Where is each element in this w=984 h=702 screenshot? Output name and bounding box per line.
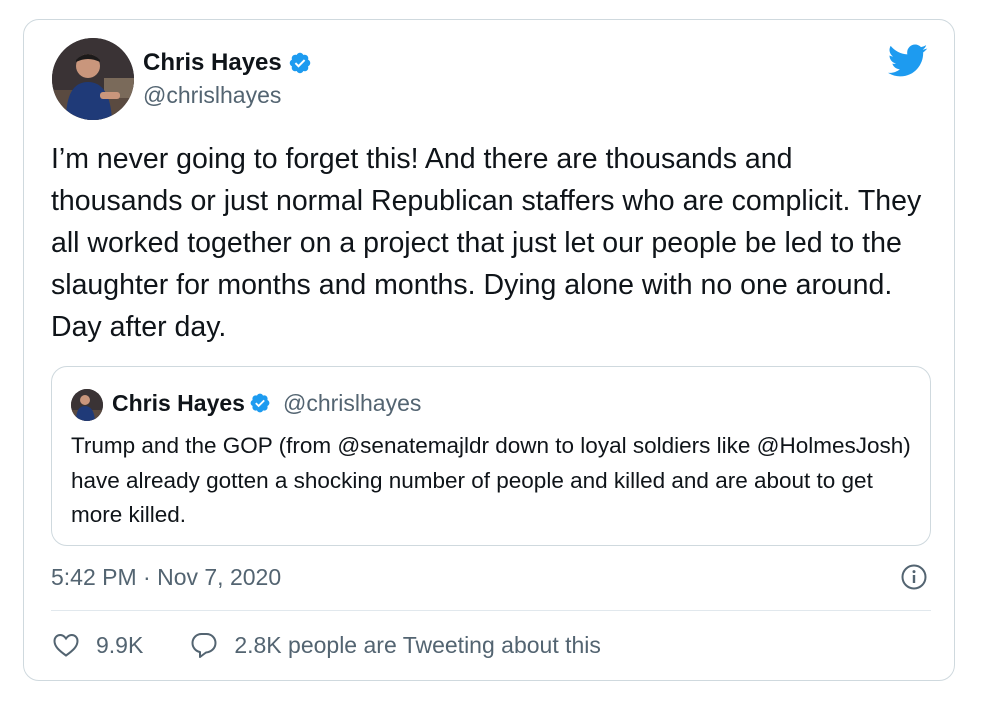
info-icon[interactable] [900, 563, 928, 591]
tweeting-count-label: 2.8K people are Tweeting about this [234, 631, 601, 658]
quoted-tweet-text: Trump and the GOP (from @senatemajldr do… [71, 433, 911, 527]
author-avatar[interactable] [52, 38, 134, 120]
quoted-author-name: Chris Hayes [112, 389, 245, 416]
quoted-header: Chris Hayes @chrislhayes [112, 387, 421, 419]
tweet-timestamp[interactable]: 5:42 PM · Nov 7, 2020 [51, 562, 281, 592]
tweet-text: I’m never going to forget this! And ther… [51, 143, 922, 343]
action-bar: 9.9K 2.8K people are Tweeting about this [51, 627, 601, 663]
embedded-tweet-card[interactable]: Chris Hayes @chrislhayes I’m never going… [23, 19, 955, 681]
verified-badge-icon [250, 393, 270, 413]
twitter-bird-icon[interactable] [888, 44, 928, 78]
like-button[interactable]: 9.9K [51, 630, 143, 660]
tweeting-about-link[interactable]: 2.8K people are Tweeting about this [189, 630, 601, 660]
divider [51, 610, 931, 611]
like-count: 9.9K [96, 631, 144, 658]
author-handle[interactable]: @chrislhayes [143, 82, 281, 109]
author-name[interactable]: Chris Hayes [143, 48, 282, 78]
heart-icon [53, 633, 79, 657]
verified-badge-icon [289, 52, 310, 74]
speech-bubble-icon [191, 633, 217, 658]
quoted-tweet[interactable]: Chris Hayes @chrislhayes Trump and the G… [51, 366, 931, 546]
author-name-row: Chris Hayes [143, 48, 312, 78]
quoted-author-avatar [71, 389, 103, 421]
quoted-author-handle: @chrislhayes [282, 389, 422, 416]
